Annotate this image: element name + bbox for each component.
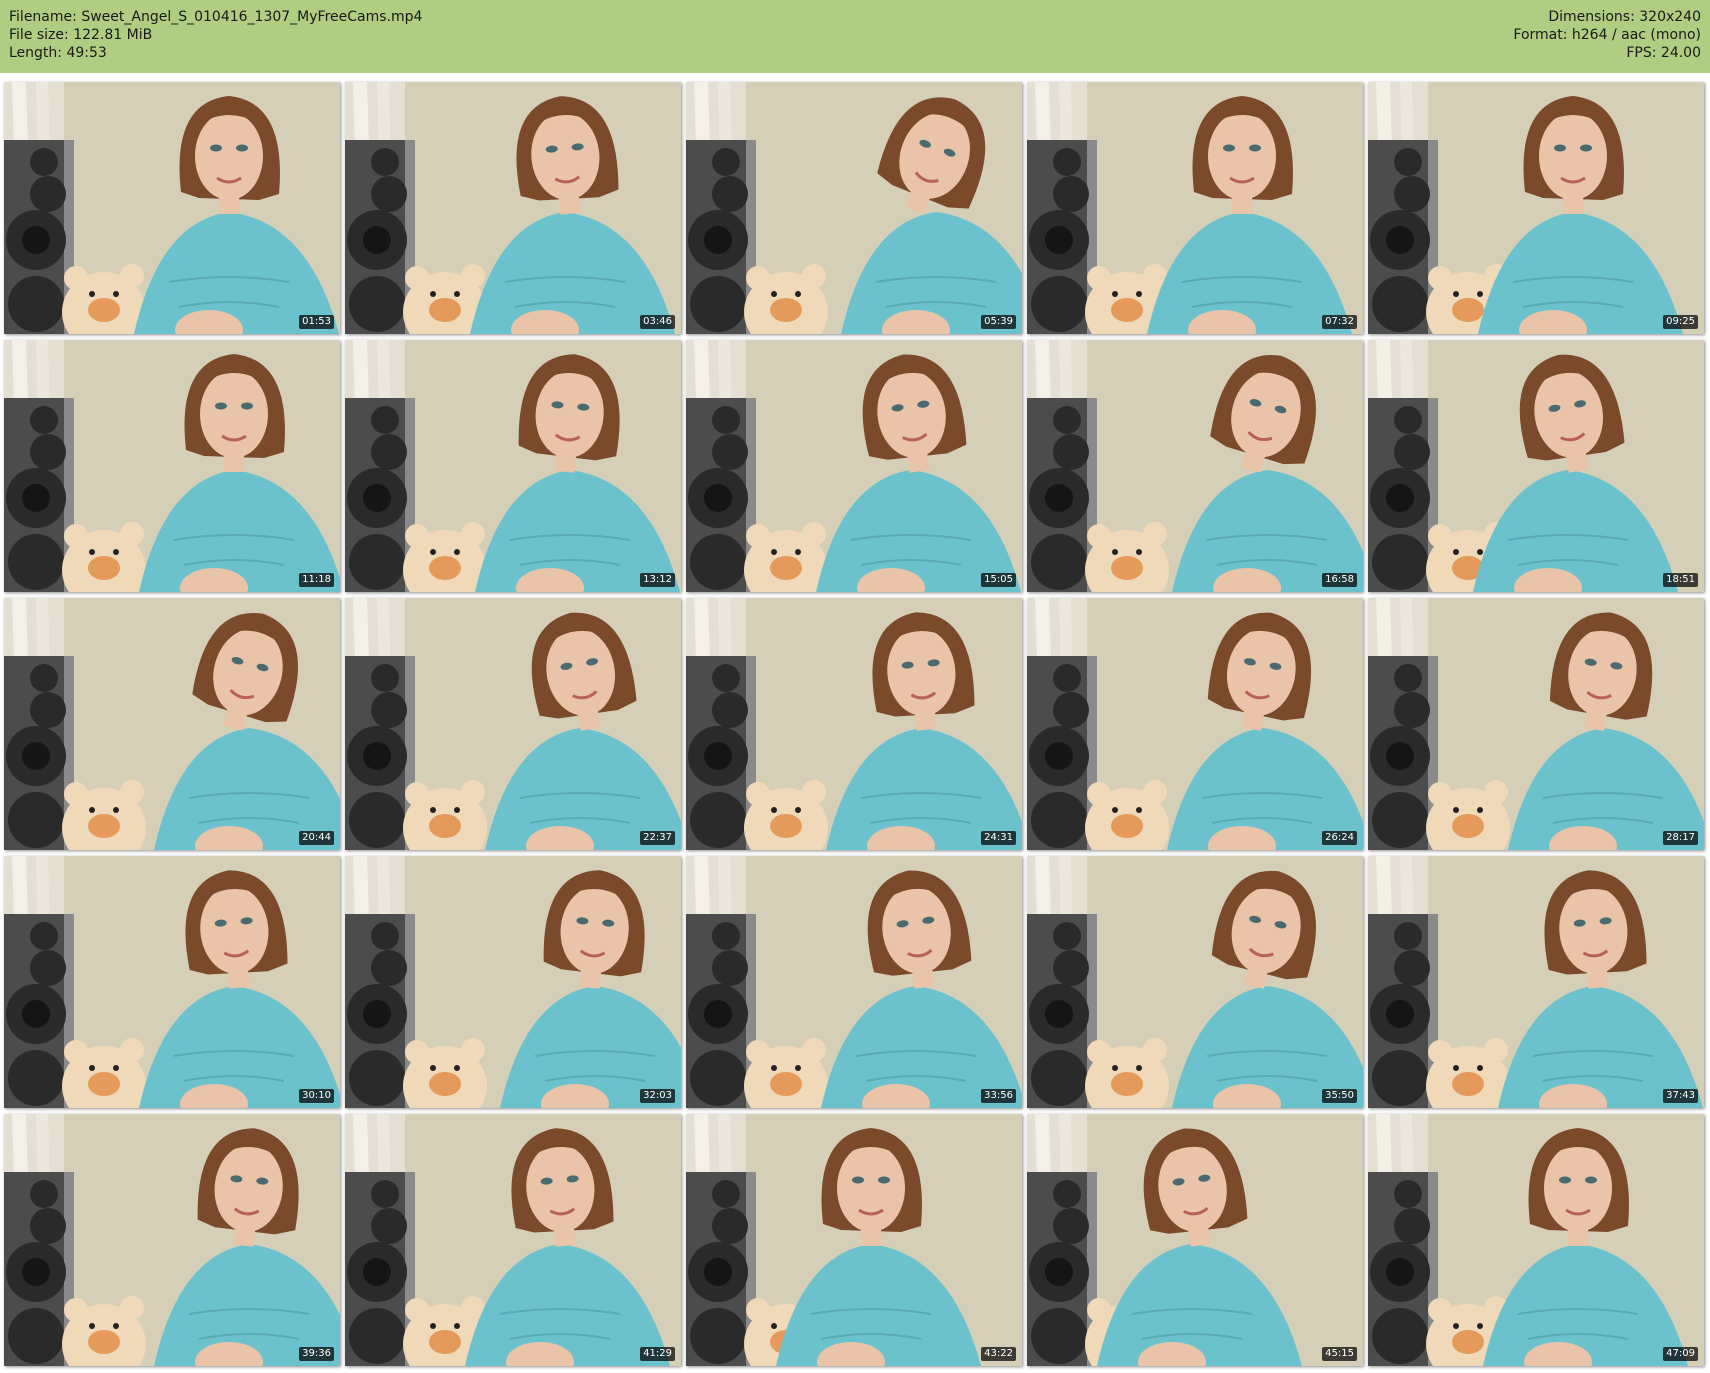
- video-thumbnail[interactable]: 37:43: [1368, 856, 1704, 1108]
- filename-label: Filename:: [9, 9, 77, 25]
- format-line: Format: h264 / aac (mono): [1513, 26, 1701, 44]
- frame-preview: [345, 82, 681, 334]
- thumbnail-timestamp: 35:50: [1322, 1089, 1357, 1103]
- video-thumbnail[interactable]: 11:18: [4, 340, 340, 592]
- frame-preview: [4, 82, 340, 334]
- frame-preview: [345, 598, 681, 850]
- frame-preview: [1027, 856, 1363, 1108]
- video-thumbnail[interactable]: 20:44: [4, 598, 340, 850]
- frame-preview: [1368, 598, 1704, 850]
- thumbnail-grid: 01:53 03:46 05:39 07:32 09:25 11:18 13:12 15:05…: [4, 82, 1704, 1366]
- video-thumbnail[interactable]: 05:39: [686, 82, 1022, 334]
- video-thumbnail[interactable]: 47:09: [1368, 1114, 1704, 1366]
- thumbnail-timestamp: 20:44: [299, 831, 334, 845]
- frame-preview: [1368, 1114, 1704, 1366]
- frame-preview: [686, 340, 1022, 592]
- frame-preview: [1368, 340, 1704, 592]
- thumbnail-timestamp: 39:36: [299, 1347, 334, 1361]
- format-value: h264 / aac (mono): [1571, 27, 1701, 43]
- video-thumbnail[interactable]: 01:53: [4, 82, 340, 334]
- video-info: Dimensions: 320x240 Format: h264 / aac (…: [1513, 8, 1701, 62]
- video-thumbnail[interactable]: 26:24: [1027, 598, 1363, 850]
- thumbnail-timestamp: 47:09: [1663, 1347, 1698, 1361]
- thumbnail-timestamp: 24:31: [981, 831, 1016, 845]
- thumbnail-timestamp: 18:51: [1663, 573, 1698, 587]
- length-value: 49:53: [66, 45, 107, 61]
- frame-preview: [345, 340, 681, 592]
- dimensions-label: Dimensions:: [1548, 9, 1635, 25]
- frame-preview: [4, 340, 340, 592]
- fps-value: 24.00: [1660, 45, 1701, 61]
- thumbnail-timestamp: 28:17: [1663, 831, 1698, 845]
- thumbnail-timestamp: 15:05: [981, 573, 1016, 587]
- frame-preview: [345, 856, 681, 1108]
- thumbnail-timestamp: 45:15: [1322, 1347, 1357, 1361]
- frame-preview: [686, 82, 1022, 334]
- thumbnail-timestamp: 33:56: [981, 1089, 1016, 1103]
- thumbnail-timestamp: 22:37: [640, 831, 675, 845]
- video-thumbnail[interactable]: 16:58: [1027, 340, 1363, 592]
- thumbnail-timestamp: 26:24: [1322, 831, 1357, 845]
- video-thumbnail[interactable]: 28:17: [1368, 598, 1704, 850]
- filesize-label: File size:: [9, 27, 69, 43]
- thumbnail-timestamp: 32:03: [640, 1089, 675, 1103]
- video-thumbnail[interactable]: 35:50: [1027, 856, 1363, 1108]
- frame-preview: [686, 598, 1022, 850]
- filesize-value: 122.81 MiB: [73, 27, 153, 43]
- thumbnail-timestamp: 43:22: [981, 1347, 1016, 1361]
- frame-preview: [1027, 598, 1363, 850]
- video-thumbnail[interactable]: 30:10: [4, 856, 340, 1108]
- thumbnail-timestamp: 01:53: [299, 315, 334, 329]
- frame-preview: [1027, 82, 1363, 334]
- video-thumbnail[interactable]: 32:03: [345, 856, 681, 1108]
- thumbnail-timestamp: 16:58: [1322, 573, 1357, 587]
- thumbnail-timestamp: 41:29: [640, 1347, 675, 1361]
- thumbnail-timestamp: 30:10: [299, 1089, 334, 1103]
- frame-preview: [1368, 856, 1704, 1108]
- frame-preview: [686, 856, 1022, 1108]
- file-info: Filename: Sweet_Angel_S_010416_1307_MyFr…: [9, 8, 422, 62]
- video-thumbnail[interactable]: 41:29: [345, 1114, 681, 1366]
- dimensions-value: 320x240: [1639, 9, 1701, 25]
- frame-preview: [1368, 82, 1704, 334]
- thumbnail-timestamp: 05:39: [981, 315, 1016, 329]
- length-line: Length: 49:53: [9, 44, 422, 62]
- thumbnail-timestamp: 37:43: [1663, 1089, 1698, 1103]
- frame-preview: [686, 1114, 1022, 1366]
- thumbnail-timestamp: 13:12: [640, 573, 675, 587]
- fps-line: FPS: 24.00: [1513, 44, 1701, 62]
- filename-value: Sweet_Angel_S_010416_1307_MyFreeCams.mp4: [81, 9, 423, 25]
- video-thumbnail[interactable]: 03:46: [345, 82, 681, 334]
- frame-preview: [345, 1114, 681, 1366]
- filename-line: Filename: Sweet_Angel_S_010416_1307_MyFr…: [9, 8, 422, 26]
- video-thumbnail[interactable]: 09:25: [1368, 82, 1704, 334]
- frame-preview: [1027, 340, 1363, 592]
- frame-preview: [4, 1114, 340, 1366]
- video-thumbnail[interactable]: 39:36: [4, 1114, 340, 1366]
- thumbnail-timestamp: 03:46: [640, 315, 675, 329]
- video-thumbnail[interactable]: 13:12: [345, 340, 681, 592]
- video-thumbnail[interactable]: 45:15: [1027, 1114, 1363, 1366]
- thumbnail-timestamp: 09:25: [1663, 315, 1698, 329]
- length-label: Length:: [9, 45, 63, 61]
- contact-sheet-header: Filename: Sweet_Angel_S_010416_1307_MyFr…: [0, 0, 1710, 73]
- dimensions-line: Dimensions: 320x240: [1513, 8, 1701, 26]
- frame-preview: [4, 598, 340, 850]
- format-label: Format:: [1513, 27, 1568, 43]
- video-thumbnail[interactable]: 15:05: [686, 340, 1022, 592]
- video-thumbnail[interactable]: 22:37: [345, 598, 681, 850]
- fps-label: FPS:: [1626, 45, 1657, 61]
- thumbnail-timestamp: 07:32: [1322, 315, 1357, 329]
- thumbnail-timestamp: 11:18: [299, 573, 334, 587]
- filesize-line: File size: 122.81 MiB: [9, 26, 422, 44]
- video-thumbnail[interactable]: 18:51: [1368, 340, 1704, 592]
- video-thumbnail[interactable]: 07:32: [1027, 82, 1363, 334]
- frame-preview: [1027, 1114, 1363, 1366]
- frame-preview: [4, 856, 340, 1108]
- video-thumbnail[interactable]: 24:31: [686, 598, 1022, 850]
- video-thumbnail[interactable]: 43:22: [686, 1114, 1022, 1366]
- video-thumbnail[interactable]: 33:56: [686, 856, 1022, 1108]
